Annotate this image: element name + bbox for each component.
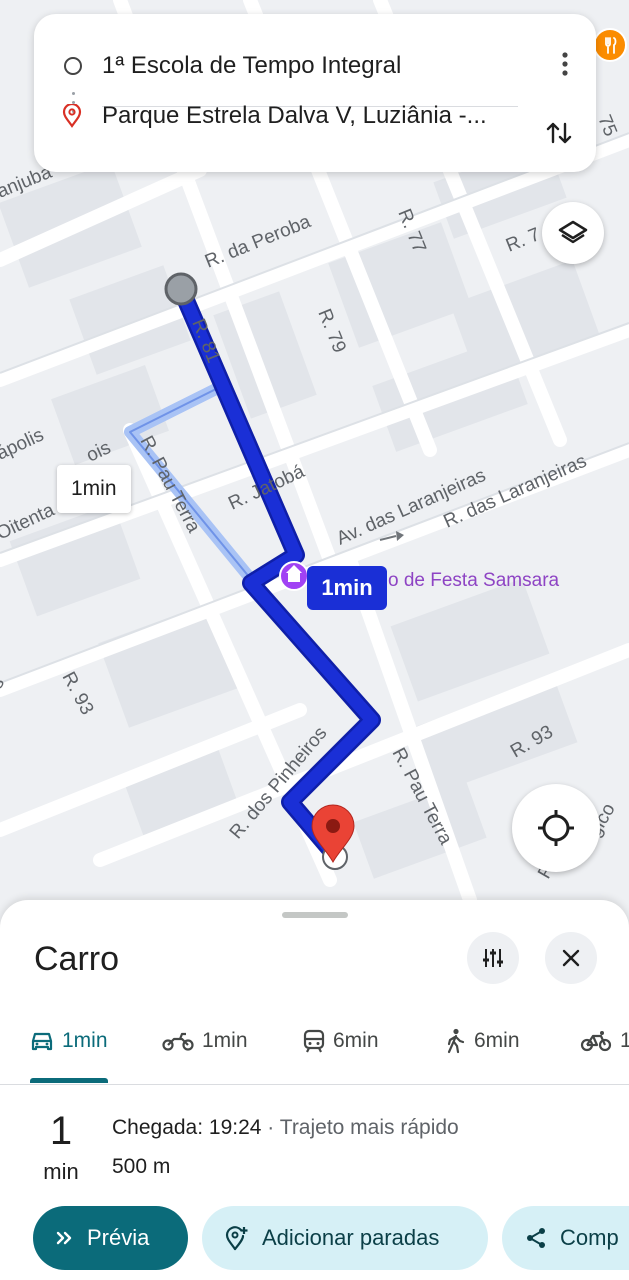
close-button[interactable] [545, 932, 597, 984]
tab-transit-time: 6min [333, 1029, 379, 1052]
tab-car-time: 1min [62, 1029, 108, 1052]
tune-icon [483, 949, 503, 967]
tab-motorcycle-time: 1min [202, 1029, 248, 1052]
origin-marker-icon [164, 272, 198, 306]
double-chevron-right-icon [56, 1231, 72, 1245]
preview-button[interactable]: Prévia [33, 1206, 188, 1270]
layers-button[interactable] [542, 202, 604, 264]
drag-handle[interactable] [282, 912, 348, 918]
tab-walk-time: 6min [474, 1029, 520, 1052]
route-options-button[interactable] [467, 932, 519, 984]
share-label: Comp [560, 1225, 619, 1250]
directions-sheet: Carro 1min 1min 6min 6min 1 min Chegada:… [0, 900, 629, 1280]
tab-bike[interactable]: 1r [580, 1024, 629, 1058]
poi-marker-icon[interactable] [279, 561, 309, 591]
restaurant-icon[interactable] [593, 28, 627, 62]
swap-vertical-icon[interactable] [544, 118, 574, 148]
route-search-card: 1ª Escola de Tempo Integral Parque Estre… [34, 14, 596, 172]
car-icon [31, 1032, 53, 1051]
poi-label[interactable]: o de Festa Samsara [388, 570, 560, 591]
transit-icon [303, 1029, 325, 1053]
arrival-time: Chegada: 19:24 [112, 1116, 262, 1139]
close-icon [562, 949, 580, 967]
alternate-route-eta[interactable]: 1min [57, 465, 131, 513]
origin-circle-icon [64, 57, 82, 75]
add-stops-button[interactable]: Adicionar paradas [202, 1206, 488, 1270]
share-button[interactable]: Comp [502, 1206, 629, 1270]
share-icon [527, 1228, 545, 1248]
my-location-button[interactable] [512, 784, 600, 872]
walk-icon [447, 1028, 465, 1054]
motorcycle-icon [162, 1032, 194, 1051]
origin-text: 1ª Escola de Tempo Integral [102, 52, 402, 79]
duration-unit: min [43, 1159, 79, 1184]
active-tab-indicator [30, 1078, 108, 1083]
travel-mode-tabs: 1min 1min 6min 6min [0, 1008, 629, 1085]
add-stops-label: Adicionar paradas [262, 1225, 440, 1250]
destination-field[interactable]: Parque Estrela Dalva V, Luziânia -... [34, 86, 596, 146]
action-buttons: Prévia Adicionar paradas Comp [0, 1206, 629, 1270]
crosshair-icon [538, 810, 574, 846]
tab-car[interactable]: 1min [30, 1024, 108, 1058]
add-location-icon [225, 1226, 248, 1251]
route-note: Trajeto mais rápido [279, 1116, 459, 1139]
tab-motorcycle[interactable]: 1min [162, 1024, 248, 1058]
layers-icon [558, 220, 588, 244]
tab-walk[interactable]: 6min [444, 1024, 520, 1058]
tab-bike-time: 1r [620, 1029, 629, 1053]
duration-number: 1 [49, 1109, 73, 1153]
main-route-eta[interactable]: 1min [307, 566, 387, 610]
bike-icon [580, 1031, 612, 1052]
preview-label: Prévia [87, 1225, 150, 1250]
route-distance: 500 m [112, 1155, 171, 1178]
arrival-separator: · [261, 1116, 280, 1139]
more-vert-icon[interactable] [562, 52, 568, 76]
destination-text: Parque Estrela Dalva V, Luziânia -... [102, 102, 487, 129]
tab-transit[interactable]: 6min [303, 1024, 379, 1058]
travel-mode-title: Carro [34, 940, 120, 978]
arrival-info: Chegada: 19:24 · Trajeto mais rápido [112, 1116, 459, 1140]
destination-pin-outline-icon [62, 104, 82, 128]
route-duration: 1 min [38, 1106, 84, 1186]
